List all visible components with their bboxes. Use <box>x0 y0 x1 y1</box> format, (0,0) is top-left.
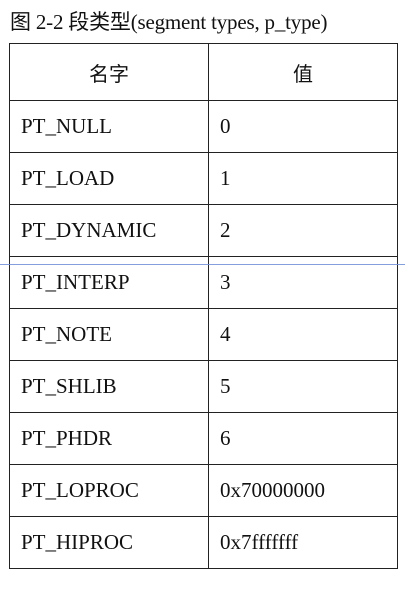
header-name: 名字 <box>9 43 209 101</box>
row-name: PT_HIPROC <box>9 516 209 569</box>
row-value: 5 <box>208 360 398 413</box>
row-name: PT_SHLIB <box>9 360 209 413</box>
table-row: PT_HIPROC 0x7fffffff <box>9 516 398 569</box>
table-row: PT_LOPROC 0x70000000 <box>9 464 398 517</box>
row-name: PT_PHDR <box>9 412 209 465</box>
row-value: 0x7fffffff <box>208 516 398 569</box>
table-row: PT_PHDR 6 <box>9 412 398 465</box>
table-header-row: 名字 值 <box>9 43 398 101</box>
table-row: PT_SHLIB 5 <box>9 360 398 413</box>
row-value: 6 <box>208 412 398 465</box>
row-name: PT_LOAD <box>9 152 209 205</box>
row-value: 0x70000000 <box>208 464 398 517</box>
figure-caption: 图 2-2 段类型(segment types, p_type) <box>10 10 328 34</box>
table-row: PT_LOAD 1 <box>9 152 398 205</box>
row-name: PT_NOTE <box>9 308 209 361</box>
row-value: 1 <box>208 152 398 205</box>
selection-guide-line <box>0 264 405 265</box>
segment-types-table: 名字 值 PT_NULL 0 PT_LOAD 1 PT_DYNAMIC 2 PT… <box>9 43 398 569</box>
row-name: PT_NULL <box>9 100 209 153</box>
table-row: PT_DYNAMIC 2 <box>9 204 398 257</box>
row-value: 2 <box>208 204 398 257</box>
table-row: PT_NOTE 4 <box>9 308 398 361</box>
row-name: PT_LOPROC <box>9 464 209 517</box>
table-row: PT_NULL 0 <box>9 100 398 153</box>
row-value: 0 <box>208 100 398 153</box>
row-name: PT_DYNAMIC <box>9 204 209 257</box>
header-value: 值 <box>208 43 398 101</box>
row-value: 4 <box>208 308 398 361</box>
